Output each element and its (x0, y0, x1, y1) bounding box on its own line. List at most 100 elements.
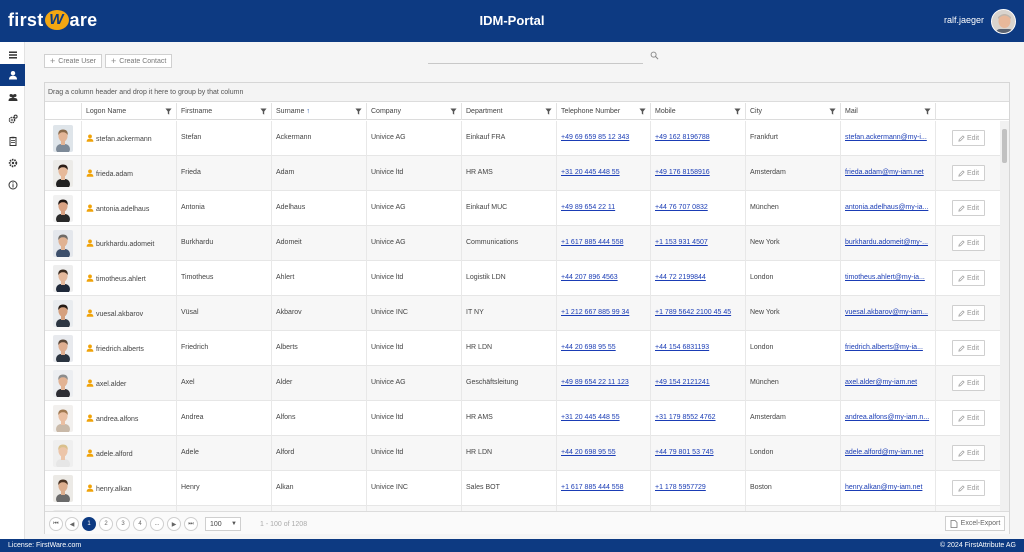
mobile-cell[interactable]: +1 153 931 4507 (650, 226, 745, 261)
nav-groups[interactable] (0, 86, 25, 108)
mail-cell[interactable]: burkhardu.adomeit@my-... (840, 226, 935, 261)
mail-link[interactable]: adele.alford@my-iam.net (845, 449, 923, 456)
mobile-cell[interactable]: +49 162 8196788 (650, 121, 745, 156)
mobile-cell[interactable]: +49 154 2121241 (650, 366, 745, 401)
edit-button[interactable]: Edit (952, 305, 985, 321)
firstware-logo[interactable]: first Ware (8, 9, 97, 31)
column-header-mail[interactable]: Mail (840, 103, 935, 120)
filter-icon[interactable] (734, 108, 741, 115)
mobile-cell[interactable]: +31 179 8552 4762 (650, 401, 745, 436)
username[interactable]: ralf.jaeger (944, 15, 984, 25)
mail-cell[interactable]: henry.alkan@my-iam.net (840, 471, 935, 506)
filter-icon[interactable] (545, 108, 552, 115)
column-header-company[interactable]: Company (366, 103, 461, 120)
telephone-cell[interactable]: +49 89 654 22 11 (556, 191, 650, 226)
mail-cell[interactable]: antonia.adelhaus@my-ia... (840, 191, 935, 226)
create-contact-button[interactable]: + Create Contact (105, 54, 173, 68)
mail-link[interactable]: stefan.ackermann@my-i... (845, 134, 927, 141)
telephone-cell[interactable]: +31 20 445 448 55 (556, 401, 650, 436)
mail-link[interactable]: burkhardu.adomeit@my-... (845, 239, 928, 246)
mobile-link[interactable]: +44 72 2199844 (655, 274, 706, 281)
edit-button[interactable]: Edit (952, 445, 985, 461)
edit-button[interactable]: Edit (952, 410, 985, 426)
nav-automation[interactable] (0, 108, 25, 130)
mail-cell[interactable]: stefan.ackermann@my-i... (840, 121, 935, 156)
page-button-more[interactable]: ... (150, 517, 164, 531)
mobile-link[interactable]: +1 789 5642 2100 45 45 (655, 309, 731, 316)
mobile-cell[interactable]: +44 79 801 53 745 (650, 436, 745, 471)
filter-icon[interactable] (829, 108, 836, 115)
telephone-cell[interactable]: +44 207 896 4563 (556, 261, 650, 296)
table-row[interactable]: stefan.ackermann Stefan Ackermann Univice A… (45, 121, 1000, 156)
mobile-link[interactable]: +49 176 8158916 (655, 169, 710, 176)
table-row[interactable]: antonia.adelhaus Antonia Adelhaus Univice A… (45, 191, 1000, 226)
mail-cell[interactable]: vuesal.akbarov@my-iam... (840, 296, 935, 331)
telephone-cell[interactable]: +44 20 698 95 55 (556, 331, 650, 366)
telephone-link[interactable]: +44 20 698 95 55 (561, 344, 616, 351)
create-user-button[interactable]: + Create User (44, 54, 102, 68)
telephone-link[interactable]: +1 212 667 885 99 34 (561, 309, 629, 316)
column-header-logon-name[interactable]: Logon Name (81, 103, 176, 120)
mobile-cell[interactable]: +49 176 8158916 (650, 156, 745, 191)
first-page-button[interactable]: ⏮ (49, 517, 63, 531)
mail-link[interactable]: friedrich.alberts@my-ia... (845, 344, 923, 351)
telephone-cell[interactable]: +1 617 885 444 558 (556, 226, 650, 261)
telephone-link[interactable]: +49 89 654 22 11 (561, 204, 615, 211)
telephone-cell[interactable]: +49 69 659 85 12 343 (556, 121, 650, 156)
mail-link[interactable]: antonia.adelhaus@my-ia... (845, 204, 928, 211)
table-row[interactable]: friedrich.alberts Friedrich Alberts Univice… (45, 331, 1000, 366)
mobile-link[interactable]: +44 154 6831193 (655, 344, 709, 351)
filter-icon[interactable] (450, 108, 457, 115)
telephone-cell[interactable]: +44 20 698 95 55 (556, 436, 650, 471)
mobile-cell[interactable]: +44 154 6831193 (650, 331, 745, 366)
column-header-firstname[interactable]: Firstname (176, 103, 271, 120)
table-row[interactable]: vuesal.akbarov Vüsal Akbarov Univice INC IT … (45, 296, 1000, 331)
table-row[interactable]: burkhardu.adomeit Burkhardu Adomeit Univice… (45, 226, 1000, 261)
mobile-link[interactable]: +44 76 707 0832 (655, 204, 708, 211)
mail-cell[interactable]: axel.alder@my-iam.net (840, 366, 935, 401)
table-row[interactable]: timotheus.ahlert Timotheus Ahlert Univice l… (45, 261, 1000, 296)
search-input[interactable] (428, 50, 643, 64)
column-header-department[interactable]: Department (461, 103, 556, 120)
nav-settings[interactable] (0, 152, 25, 174)
mail-cell[interactable]: frieda.adam@my-iam.net (840, 156, 935, 191)
page-size-select[interactable]: 100 ▼ (205, 517, 241, 531)
search-icon[interactable] (650, 51, 659, 60)
telephone-link[interactable]: +49 89 654 22 11 123 (561, 379, 629, 386)
vertical-scrollbar[interactable] (1000, 121, 1009, 511)
mail-link[interactable]: vuesal.akbarov@my-iam... (845, 309, 928, 316)
page-button-1[interactable]: 1 (82, 517, 96, 531)
mobile-link[interactable]: +49 154 2121241 (655, 379, 710, 386)
edit-button[interactable]: Edit (952, 200, 985, 216)
nav-info[interactable] (0, 174, 25, 196)
mobile-link[interactable]: +31 179 8552 4762 (655, 414, 716, 421)
nav-users[interactable] (0, 64, 25, 86)
edit-button[interactable]: Edit (952, 130, 985, 146)
table-row[interactable]: axel.alder Axel Alder Univice AG Geschäftsle… (45, 366, 1000, 401)
mail-cell[interactable]: andrea.alfons@my-iam.n... (840, 401, 935, 436)
telephone-link[interactable]: +1 617 885 444 558 (561, 484, 623, 491)
telephone-cell[interactable]: +49 89 654 22 11 123 (556, 366, 650, 401)
telephone-link[interactable]: +49 69 659 85 12 343 (561, 134, 629, 141)
mail-link[interactable]: timotheus.ahlert@my-ia... (845, 274, 925, 281)
column-header-surname[interactable]: Surname ↑ (271, 103, 366, 120)
filter-icon[interactable] (165, 108, 172, 115)
telephone-cell[interactable]: +1 212 667 885 99 34 (556, 296, 650, 331)
filter-icon[interactable] (639, 108, 646, 115)
mail-link[interactable]: henry.alkan@my-iam.net (845, 484, 922, 491)
page-button-4[interactable]: 4 (133, 517, 147, 531)
mobile-link[interactable]: +49 162 8196788 (655, 134, 710, 141)
mobile-link[interactable]: +1 153 931 4507 (655, 239, 708, 246)
prev-page-button[interactable]: ◀ (65, 517, 79, 531)
mail-cell[interactable]: friedrich.alberts@my-ia... (840, 331, 935, 366)
page-button-3[interactable]: 3 (116, 517, 130, 531)
menu-toggle[interactable] (0, 44, 25, 66)
mobile-cell[interactable]: +1 178 5957729 (650, 471, 745, 506)
column-header-city[interactable]: City (745, 103, 840, 120)
last-page-button[interactable]: ⏭ (184, 517, 198, 531)
telephone-cell[interactable]: +31 20 445 448 55 (556, 156, 650, 191)
edit-button[interactable]: Edit (952, 270, 985, 286)
telephone-link[interactable]: +44 207 896 4563 (561, 274, 618, 281)
mobile-cell[interactable]: +44 76 707 0832 (650, 191, 745, 226)
telephone-link[interactable]: +44 20 698 95 55 (561, 449, 616, 456)
